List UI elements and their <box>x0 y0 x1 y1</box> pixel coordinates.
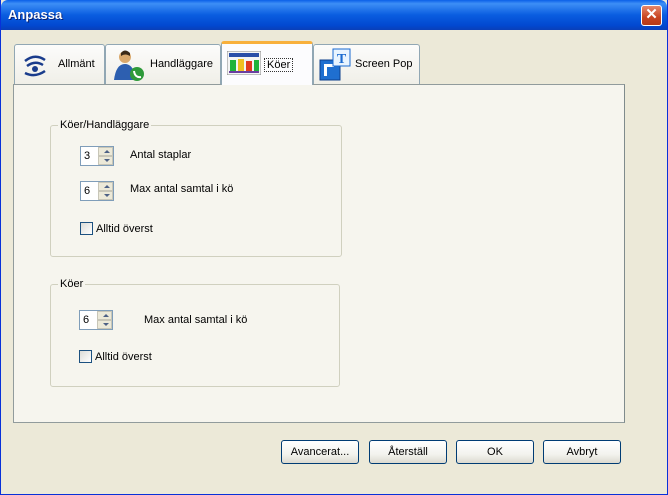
arrow-up-icon <box>104 185 110 188</box>
agent-icon <box>114 50 144 81</box>
bars-count-value[interactable]: 3 <box>84 150 90 162</box>
tab-agents-label: Handläggare <box>150 58 213 70</box>
cancel-button[interactable]: Avbryt <box>543 440 621 464</box>
screen-pop-icon: T <box>319 48 351 81</box>
queue-max-calls-value[interactable]: 6 <box>83 314 89 326</box>
max-calls-label: Max antal samtal i kö <box>130 183 234 195</box>
customize-dialog: Anpassa ✕ Allmänt Handläggare Köer T Scr… <box>0 0 668 495</box>
arrow-up-icon <box>103 314 109 317</box>
queue-max-calls-down-button[interactable] <box>97 320 112 329</box>
tab-agents[interactable]: Handläggare <box>105 44 221 84</box>
tab-screen-pop[interactable]: T Screen Pop <box>313 44 420 84</box>
group-queues-agents-title: Köer/Handläggare <box>58 119 152 131</box>
general-icon <box>24 55 46 77</box>
queue-max-calls-up-button[interactable] <box>97 311 112 320</box>
queue-max-calls-label: Max antal samtal i kö <box>144 314 248 326</box>
tab-screen-pop-label: Screen Pop <box>355 58 413 70</box>
queue-always-on-top-checkbox[interactable] <box>79 350 92 363</box>
tab-general[interactable]: Allmänt <box>14 44 105 84</box>
bars-count-spinner[interactable]: 3 <box>80 146 114 166</box>
arrow-down-icon <box>103 323 109 326</box>
tab-general-label: Allmänt <box>58 58 95 70</box>
ok-button[interactable]: OK <box>456 440 534 464</box>
group-queues: Köer 6 Max antal samtal i kö Alltid över… <box>50 278 340 387</box>
queues-icon <box>227 51 261 75</box>
max-calls-up-button[interactable] <box>98 182 113 191</box>
arrow-down-icon <box>104 194 110 197</box>
arrow-down-icon <box>104 159 110 162</box>
group-queues-agents: Köer/Handläggare 3 Antal staplar 6 Max a… <box>50 119 342 257</box>
reset-button[interactable]: Återställ <box>369 440 447 464</box>
advanced-button[interactable]: Avancerat... <box>281 440 359 464</box>
bars-count-label: Antal staplar <box>130 149 192 161</box>
tab-queues[interactable]: Köer <box>221 41 313 85</box>
window-title: Anpassa <box>8 7 63 22</box>
max-calls-down-button[interactable] <box>98 191 113 200</box>
arrow-up-icon <box>104 150 110 153</box>
queue-max-calls-spinner[interactable]: 6 <box>79 310 113 330</box>
group-queues-title: Köer <box>58 278 86 290</box>
svg-text:T: T <box>337 52 347 67</box>
queue-always-on-top-label[interactable]: Alltid överst <box>95 351 152 363</box>
close-button[interactable]: ✕ <box>641 5 662 26</box>
bars-count-down-button[interactable] <box>98 156 113 165</box>
max-calls-value[interactable]: 6 <box>84 185 90 197</box>
queues-tab-panel: Köer/Handläggare 3 Antal staplar 6 Max a… <box>13 84 625 423</box>
max-calls-spinner[interactable]: 6 <box>80 181 114 201</box>
always-on-top-checkbox[interactable] <box>80 222 93 235</box>
always-on-top-label[interactable]: Alltid överst <box>96 223 153 235</box>
bars-count-up-button[interactable] <box>98 147 113 156</box>
title-bar: Anpassa ✕ <box>1 0 667 30</box>
tab-queues-label: Köer <box>264 58 294 72</box>
